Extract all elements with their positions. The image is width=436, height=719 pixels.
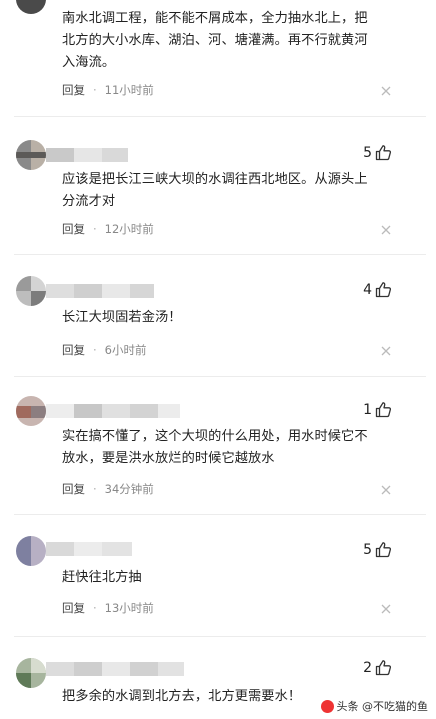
divider bbox=[14, 636, 426, 637]
close-x-icon[interactable] bbox=[380, 345, 392, 357]
comment-line: 分流才对 bbox=[62, 194, 116, 209]
close-x-icon[interactable] bbox=[380, 603, 392, 615]
like-button[interactable]: 2 bbox=[352, 658, 392, 678]
reply-button[interactable]: 回复 bbox=[62, 82, 85, 98]
avatar[interactable] bbox=[16, 140, 46, 170]
username-blurred[interactable] bbox=[46, 284, 154, 298]
like-count: 5 bbox=[363, 542, 372, 558]
separator-dot: · bbox=[93, 482, 97, 496]
separator-dot: · bbox=[93, 343, 97, 357]
comment-text: 南水北调工程，能不能不屑成本，全力抽水北上，把 北方的大小水库、湖泊、河、塘灌满… bbox=[62, 8, 392, 74]
comment-line: 南水北调工程，能不能不屑成本，全力抽水北上，把 bbox=[62, 11, 368, 26]
like-button[interactable]: 5 bbox=[352, 143, 392, 163]
comment-time: 34分钟前 bbox=[104, 482, 154, 496]
reply-button[interactable]: 回复 bbox=[62, 342, 85, 358]
comment-line: 应该是把长江三峡大坝的水调往西北地区。从源头上 bbox=[62, 172, 368, 187]
like-count: 2 bbox=[363, 660, 372, 676]
close-x-icon[interactable] bbox=[380, 224, 392, 236]
like-button[interactable]: 5 bbox=[352, 540, 392, 560]
thumbs-up-icon[interactable] bbox=[375, 541, 392, 558]
divider bbox=[14, 376, 426, 377]
comment-line: 长江大坝固若金汤！ bbox=[62, 310, 182, 325]
avatar[interactable] bbox=[16, 396, 46, 426]
comment-meta: 回复 · 11小时前 bbox=[62, 82, 154, 98]
thumbs-up-icon[interactable] bbox=[375, 281, 392, 298]
divider bbox=[14, 514, 426, 515]
close-x-icon[interactable] bbox=[380, 484, 392, 496]
avatar[interactable] bbox=[16, 0, 46, 14]
comment-line: 入海流。 bbox=[62, 55, 116, 70]
divider bbox=[14, 254, 426, 255]
thumbs-up-icon[interactable] bbox=[375, 401, 392, 418]
comment-line: 实在搞不懂了，这个大坝的什么用处，用水时候它不 bbox=[62, 429, 368, 444]
thumbs-up-icon[interactable] bbox=[375, 659, 392, 676]
close-x-icon[interactable] bbox=[380, 85, 392, 97]
username-blurred[interactable] bbox=[46, 404, 180, 418]
separator-dot: · bbox=[93, 222, 97, 236]
toutiao-logo-icon bbox=[320, 699, 334, 713]
comment-time: 6小时前 bbox=[104, 343, 147, 357]
username-blurred[interactable] bbox=[46, 662, 184, 676]
comment-meta: 回复 · 12小时前 bbox=[62, 221, 154, 237]
reply-button[interactable]: 回复 bbox=[62, 481, 85, 497]
like-button[interactable]: 1 bbox=[352, 400, 392, 420]
reply-button[interactable]: 回复 bbox=[62, 600, 85, 616]
comment-time: 12小时前 bbox=[104, 222, 154, 236]
comment-text: 赶快往北方抽 bbox=[62, 567, 392, 589]
comment-meta: 回复 · 34分钟前 bbox=[62, 481, 154, 497]
comment-line: 赶快往北方抽 bbox=[62, 570, 142, 585]
watermark: 头条 @不吃猫的鱼 bbox=[318, 697, 430, 715]
comment-text: 实在搞不懂了，这个大坝的什么用处，用水时候它不 放水，要是洪水放烂的时候它越放水 bbox=[62, 426, 392, 470]
reply-button[interactable]: 回复 bbox=[62, 221, 85, 237]
comment-text: 长江大坝固若金汤！ bbox=[62, 307, 392, 329]
comment-text: 应该是把长江三峡大坝的水调往西北地区。从源头上 分流才对 bbox=[62, 169, 392, 213]
watermark-text: 头条 @不吃猫的鱼 bbox=[336, 700, 429, 713]
separator-dot: · bbox=[93, 601, 97, 615]
comment-meta: 回复 · 6小时前 bbox=[62, 342, 146, 358]
like-button[interactable]: 4 bbox=[352, 280, 392, 300]
avatar[interactable] bbox=[16, 276, 46, 306]
separator-dot: · bbox=[93, 83, 97, 97]
comment-time: 13小时前 bbox=[104, 601, 154, 615]
like-count: 1 bbox=[363, 402, 372, 418]
comment-line: 放水，要是洪水放烂的时候它越放水 bbox=[62, 451, 275, 466]
comment-time: 11小时前 bbox=[104, 83, 154, 97]
avatar[interactable] bbox=[16, 658, 46, 688]
comment-line: 北方的大小水库、湖泊、河、塘灌满。再不行就黄河 bbox=[62, 33, 368, 48]
comment-meta: 回复 · 13小时前 bbox=[62, 600, 154, 616]
avatar[interactable] bbox=[16, 536, 46, 566]
thumbs-up-icon[interactable] bbox=[375, 144, 392, 161]
username-blurred[interactable] bbox=[46, 542, 132, 556]
like-count: 4 bbox=[363, 282, 372, 298]
like-count: 5 bbox=[363, 145, 372, 161]
username-blurred[interactable] bbox=[46, 148, 128, 162]
divider bbox=[14, 116, 426, 117]
